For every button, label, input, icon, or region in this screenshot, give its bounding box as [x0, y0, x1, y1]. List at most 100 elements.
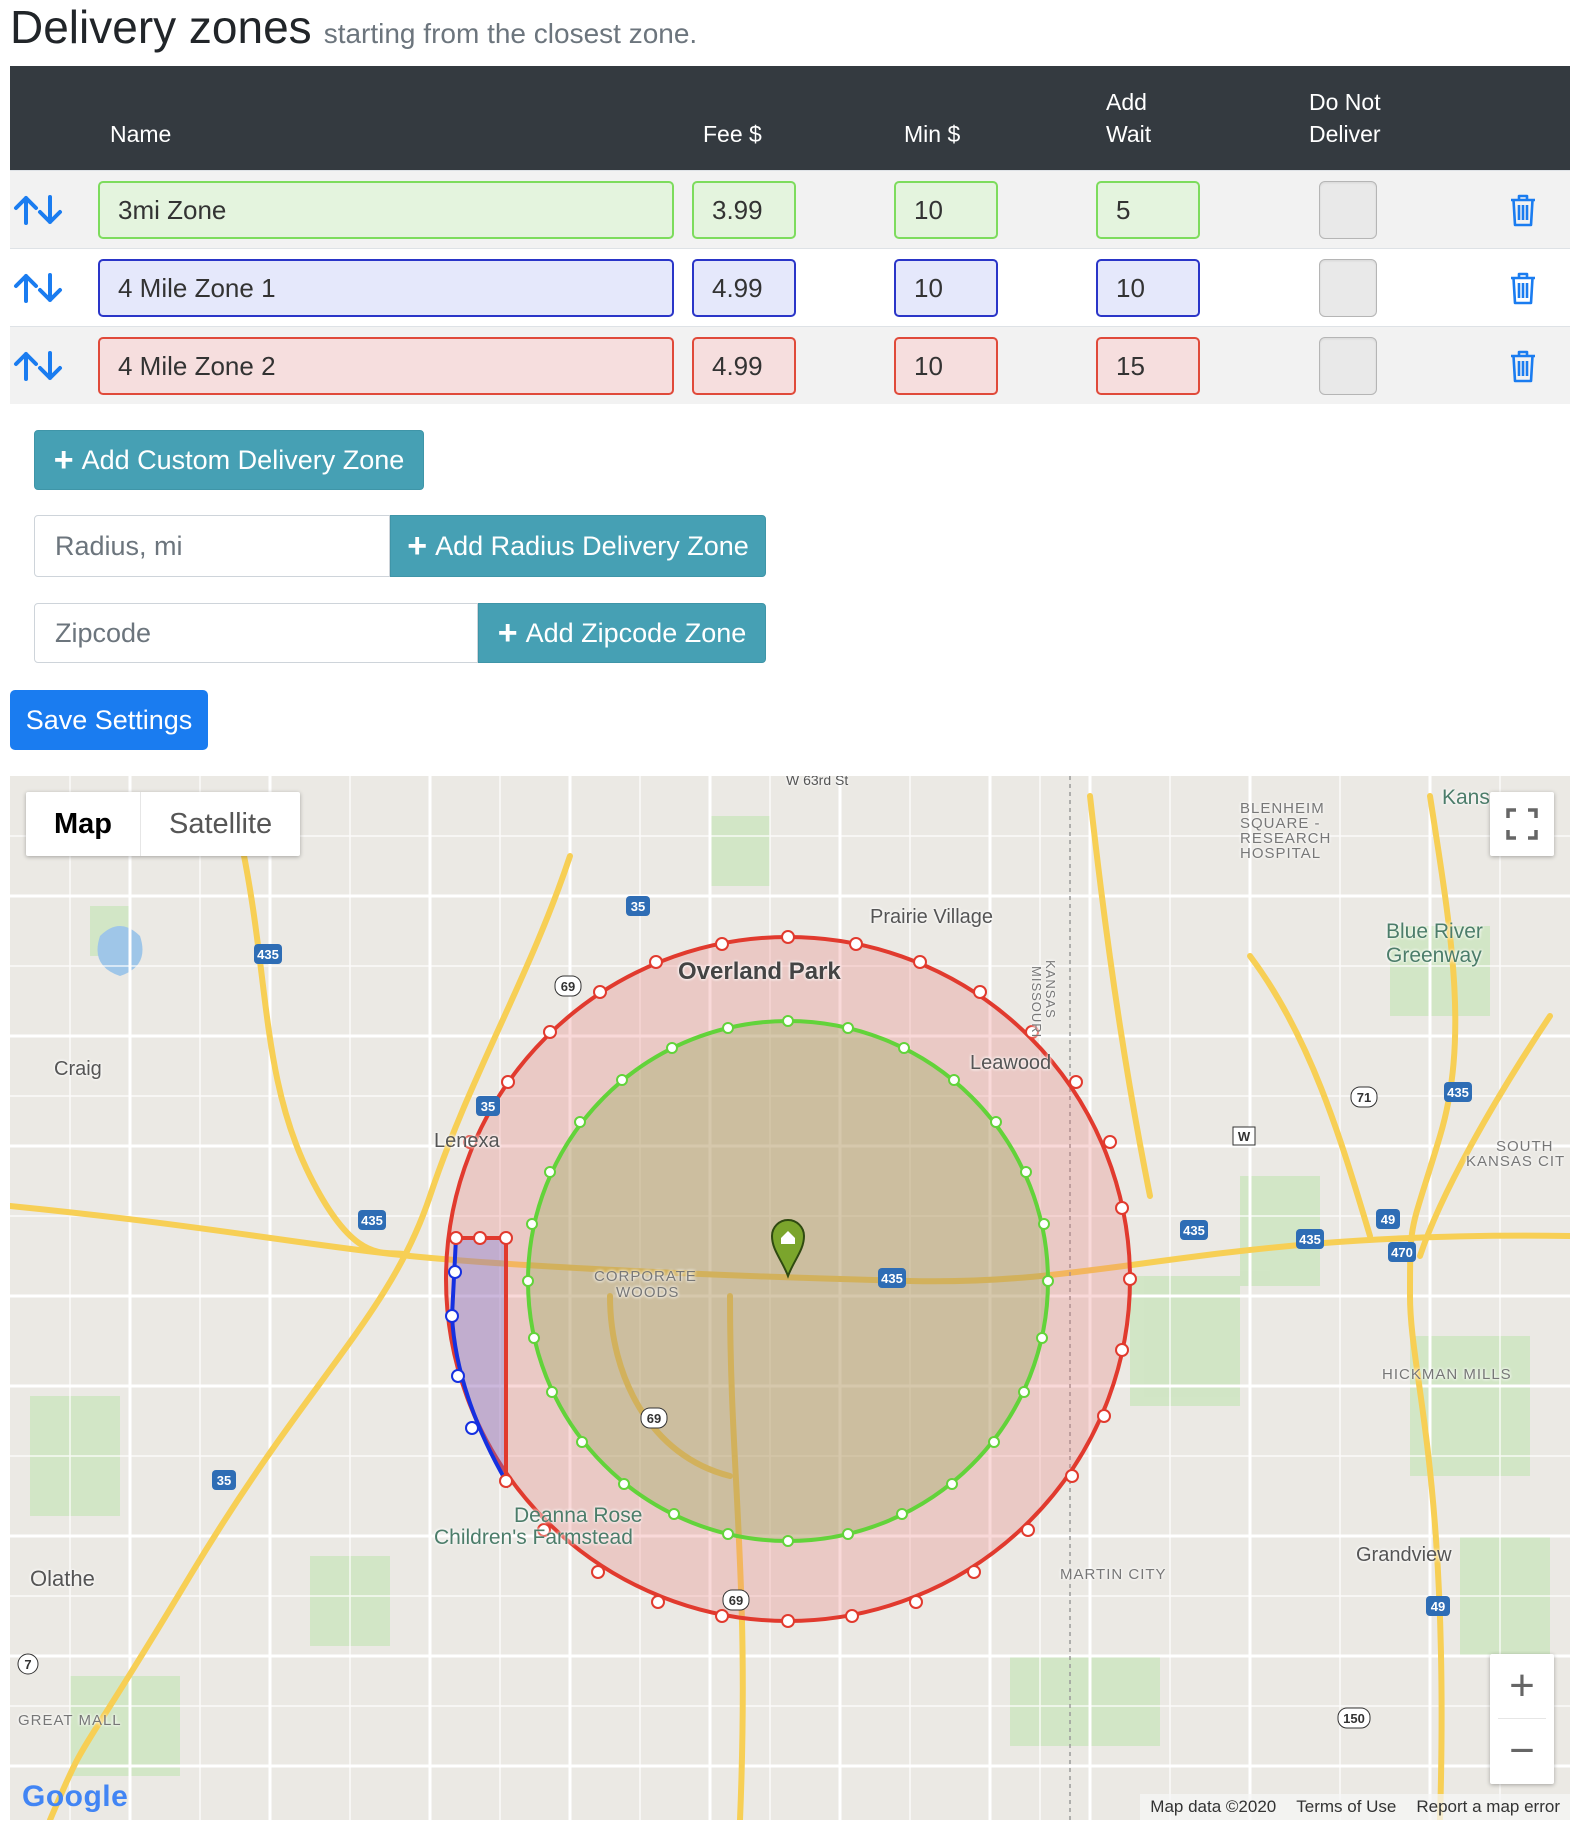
- zone-name-input[interactable]: [98, 181, 674, 239]
- column-do-not-deliver: Do Not Deliver: [1309, 86, 1381, 150]
- do-not-deliver-checkbox[interactable]: [1319, 337, 1377, 395]
- zone-wait-input[interactable]: [1096, 337, 1200, 395]
- column-dnd-line2: Deliver: [1309, 121, 1381, 147]
- zone-fee-input[interactable]: [692, 181, 796, 239]
- svg-text:435: 435: [257, 947, 279, 962]
- report-map-error-link[interactable]: Report a map error: [1406, 1797, 1570, 1817]
- map-label-w63: W 63rd St: [786, 776, 849, 788]
- svg-text:435: 435: [881, 1271, 903, 1286]
- arrows-up-down-icon[interactable]: [12, 271, 66, 305]
- map-label-deanna-2: Children's Farmstead: [434, 1526, 633, 1549]
- map-label-south-kc-2: KANSAS CIT: [1466, 1153, 1566, 1170]
- svg-text:150: 150: [1343, 1711, 1365, 1726]
- map-label-hickman-mills: HICKMAN MILLS: [1382, 1366, 1512, 1383]
- zones-table: Name Fee $ Min $ Add Wait Do Not Deliver: [10, 66, 1570, 404]
- plus-icon: +: [497, 614, 518, 652]
- map-type-satellite-button[interactable]: Satellite: [141, 792, 300, 856]
- map-label-deanna-1: Deanna Rose: [514, 1504, 643, 1527]
- svg-text:435: 435: [361, 1213, 383, 1228]
- save-settings-button[interactable]: Save Settings: [10, 690, 208, 750]
- map-label-blue-river-2: Greenway: [1386, 944, 1482, 967]
- svg-text:470: 470: [1391, 1245, 1413, 1260]
- map-canvas[interactable]: 35 435 69 35 435 435 435 435 435 49 470 …: [10, 776, 1570, 1820]
- zipcode-input[interactable]: [34, 603, 478, 663]
- map-label-olathe: Olathe: [30, 1566, 95, 1591]
- add-radius-zone-button[interactable]: + Add Radius Delivery Zone: [390, 515, 766, 577]
- column-fee: Fee $: [703, 121, 762, 147]
- zoom-out-button[interactable]: −: [1490, 1719, 1554, 1783]
- zoom-in-button[interactable]: +: [1490, 1654, 1554, 1718]
- svg-text:69: 69: [561, 979, 575, 994]
- google-logo: Google: [22, 1780, 129, 1813]
- column-min: Min $: [904, 121, 961, 147]
- page-title: Delivery zones: [10, 1, 312, 53]
- map-type-control: Map Satellite: [26, 792, 301, 856]
- svg-text:69: 69: [647, 1411, 661, 1426]
- table-header: Name Fee $ Min $ Add Wait Do Not Deliver: [10, 66, 1570, 170]
- table-row: [10, 248, 1570, 326]
- map-label-martin-city: MARTIN CITY: [1060, 1566, 1167, 1583]
- zone-min-input[interactable]: [894, 181, 998, 239]
- map-footer: Map data ©2020 Terms of Use Report a map…: [1140, 1794, 1570, 1820]
- map-label-lenexa: Lenexa: [434, 1130, 500, 1152]
- zone-min-input[interactable]: [894, 259, 998, 317]
- trash-icon[interactable]: [1509, 271, 1537, 305]
- plus-icon: +: [53, 441, 74, 479]
- arrows-up-down-icon[interactable]: [12, 193, 66, 227]
- table-row: [10, 170, 1570, 248]
- zone-min-input[interactable]: [894, 337, 998, 395]
- add-custom-zone-label: Add Custom Delivery Zone: [81, 444, 405, 475]
- svg-text:49: 49: [1431, 1599, 1445, 1614]
- trash-icon[interactable]: [1509, 349, 1537, 383]
- map-type-map-button[interactable]: Map: [26, 792, 141, 856]
- zoom-control: + −: [1490, 1654, 1554, 1784]
- map-label-corporate-2: WOODS: [616, 1284, 680, 1301]
- svg-text:7: 7: [24, 1657, 31, 1672]
- zone-name-input[interactable]: [98, 337, 674, 395]
- zone-wait-input[interactable]: [1096, 259, 1200, 317]
- zone-name-input[interactable]: [98, 259, 674, 317]
- map-label-kansas: KANSAS: [1043, 960, 1058, 1019]
- svg-text:35: 35: [217, 1473, 231, 1488]
- svg-text:35: 35: [481, 1099, 495, 1114]
- fullscreen-button[interactable]: [1490, 792, 1554, 856]
- arrows-up-down-icon[interactable]: [12, 349, 66, 383]
- add-custom-zone-button[interactable]: + Add Custom Delivery Zone: [34, 430, 424, 490]
- map-label-leawood: Leawood: [970, 1052, 1052, 1074]
- map-label-grandview: Grandview: [1356, 1544, 1452, 1566]
- plus-icon: +: [407, 527, 428, 565]
- svg-text:71: 71: [1357, 1090, 1371, 1105]
- page-subtitle: starting from the closest zone.: [323, 18, 698, 49]
- column-name: Name: [110, 121, 172, 147]
- fullscreen-icon: [1506, 808, 1538, 840]
- zone-fee-input[interactable]: [692, 259, 796, 317]
- terms-link[interactable]: Terms of Use: [1286, 1797, 1406, 1817]
- svg-text:35: 35: [631, 899, 645, 914]
- map-label-great-mall: GREAT MALL: [18, 1712, 122, 1729]
- do-not-deliver-checkbox[interactable]: [1319, 181, 1377, 239]
- do-not-deliver-checkbox[interactable]: [1319, 259, 1377, 317]
- map-label-blenheim-4: HOSPITAL: [1240, 845, 1322, 862]
- map-data-attribution: Map data ©2020: [1150, 1797, 1277, 1816]
- delivery-map[interactable]: 35 435 69 35 435 435 435 435 435 49 470 …: [10, 776, 1570, 1820]
- map-label-corporate-1: CORPORATE: [594, 1268, 697, 1285]
- zone-fee-input[interactable]: [692, 337, 796, 395]
- svg-text:69: 69: [729, 1593, 743, 1608]
- radius-input[interactable]: [34, 515, 390, 577]
- column-add-wait-line1: Add: [1106, 89, 1147, 115]
- map-label-overland-park: Overland Park: [678, 958, 841, 985]
- map-label-kans: Kans: [1442, 786, 1490, 809]
- add-radius-zone-label: Add Radius Delivery Zone: [435, 530, 749, 561]
- map-label-craig: Craig: [54, 1058, 102, 1080]
- add-zipcode-zone-button[interactable]: + Add Zipcode Zone: [478, 603, 766, 663]
- svg-text:435: 435: [1183, 1223, 1205, 1238]
- table-row: [10, 326, 1570, 404]
- zone-wait-input[interactable]: [1096, 181, 1200, 239]
- column-add-wait-line2: Wait: [1106, 121, 1152, 147]
- map-label-blue-river-1: Blue River: [1386, 920, 1483, 943]
- svg-text:49: 49: [1381, 1212, 1395, 1227]
- column-add-wait: Add Wait: [1106, 86, 1151, 150]
- map-label-prairie-village: Prairie Village: [870, 906, 994, 928]
- svg-text:W: W: [1238, 1129, 1251, 1144]
- trash-icon[interactable]: [1509, 193, 1537, 227]
